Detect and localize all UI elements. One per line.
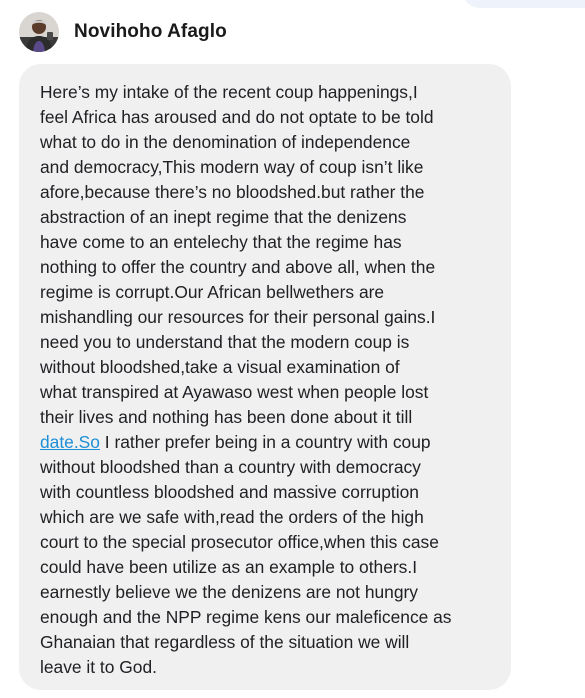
user-avatar-icon[interactable] — [19, 12, 59, 52]
avatar-image — [19, 12, 59, 52]
message-text: Here’s my intake of the recent coup happ… — [40, 80, 493, 680]
message-link[interactable]: date.So — [40, 432, 100, 452]
message-text-part-1: Here’s my intake of the recent coup happ… — [40, 82, 436, 427]
message-text-part-2: I rather prefer being in a country with … — [40, 432, 452, 677]
message-header: Novihoho Afaglo — [19, 12, 227, 52]
sender-name[interactable]: Novihoho Afaglo — [74, 21, 227, 43]
previous-message-bubble-edge — [462, 0, 585, 8]
message-bubble: Here’s my intake of the recent coup happ… — [19, 64, 511, 690]
